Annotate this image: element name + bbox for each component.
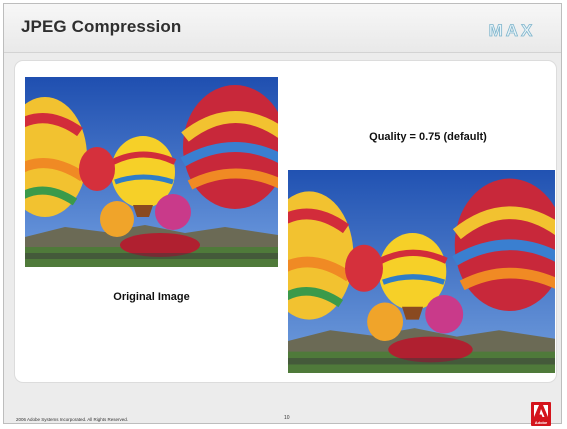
slide-header: JPEG Compression MAX — [4, 4, 561, 53]
slide: JPEG Compression MAX Original Image Qual… — [3, 3, 562, 426]
quality-caption: Quality = 0.75 (default) — [369, 131, 487, 143]
adobe-logo: Adobe — [531, 402, 551, 426]
content-panel: Original Image Quality = 0.75 (default) — [14, 60, 557, 383]
adobe-wordmark: Adobe — [534, 420, 548, 425]
max-logo: MAX — [488, 21, 536, 39]
compressed-image — [288, 170, 555, 373]
page-number: 10 — [284, 415, 290, 421]
original-image-caption: Original Image — [113, 291, 190, 303]
original-image — [25, 77, 278, 267]
copyright-text: 2006 Adobe Systems Incorporated. All Rig… — [16, 417, 129, 422]
logo-text: MAX — [489, 21, 536, 39]
slide-title: JPEG Compression — [21, 17, 182, 36]
